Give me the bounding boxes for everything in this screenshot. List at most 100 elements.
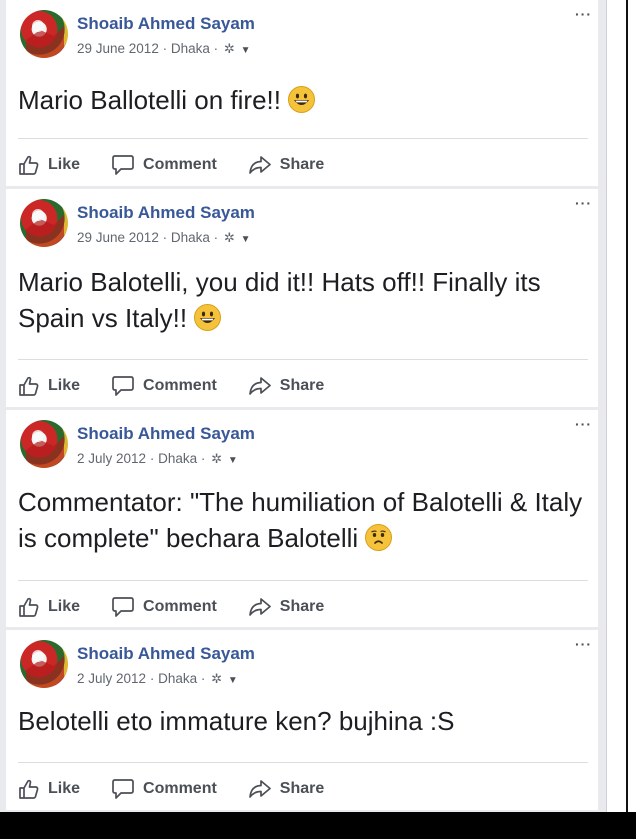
post-date[interactable]: 2 July 2012 — [77, 671, 146, 686]
like-button[interactable]: Like — [18, 375, 80, 397]
post: Shoaib Ahmed Sayam 2 July 2012 · Dhaka ·… — [6, 410, 598, 627]
share-label: Share — [279, 377, 325, 394]
post-location[interactable]: Dhaka — [158, 671, 197, 686]
comment-label: Comment — [143, 156, 217, 173]
comment-button[interactable]: Comment — [111, 778, 217, 800]
comment-label: Comment — [143, 377, 217, 394]
post-text-content: Mario Balotelli, you did it!! Hats off!!… — [18, 267, 541, 333]
caret-down-icon[interactable]: ▼ — [241, 45, 251, 56]
divider — [18, 138, 588, 139]
meta-separator: · — [149, 451, 155, 466]
meta-separator: · — [213, 41, 219, 56]
avatar[interactable] — [20, 10, 68, 58]
post: Shoaib Ahmed Sayam 29 June 2012 · Dhaka … — [6, 189, 598, 407]
like-button[interactable]: Like — [18, 154, 80, 176]
thumbs-up-icon — [19, 155, 39, 175]
caret-down-icon[interactable]: ▼ — [241, 234, 251, 245]
post-text: Commentator: "The humiliation of Balotel… — [18, 484, 588, 556]
thumbs-up-icon — [19, 779, 39, 799]
more-options-button[interactable]: ··· — [575, 416, 592, 432]
right-sidebar — [626, 0, 636, 812]
share-button[interactable]: Share — [248, 375, 324, 397]
post: Shoaib Ahmed Sayam 2 July 2012 · Dhaka ·… — [6, 630, 598, 810]
author-name[interactable]: Shoaib Ahmed Sayam — [77, 203, 255, 223]
news-feed: Shoaib Ahmed Sayam 29 June 2012 · Dhaka … — [0, 0, 607, 812]
avatar[interactable] — [20, 640, 68, 688]
comment-icon — [112, 376, 134, 396]
divider — [18, 762, 588, 763]
author-name[interactable]: Shoaib Ahmed Sayam — [77, 644, 255, 664]
comment-icon — [112, 155, 134, 175]
caret-down-icon[interactable]: ▼ — [228, 675, 238, 686]
post-actions: Like Comment Share — [18, 152, 355, 178]
post-actions: Like Comment Share — [18, 594, 355, 620]
sad-emoji-icon — [365, 524, 393, 551]
post-meta: 29 June 2012 · Dhaka · ✲ ▼ — [77, 230, 251, 246]
post-meta: 2 July 2012 · Dhaka · ✲ ▼ — [77, 451, 238, 467]
share-label: Share — [279, 156, 325, 173]
comment-icon — [112, 597, 134, 617]
avatar[interactable] — [20, 199, 68, 247]
meta-separator: · — [162, 41, 168, 56]
post-location[interactable]: Dhaka — [171, 230, 210, 245]
post-text-content: Mario Ballotelli on fire!! — [18, 85, 281, 115]
more-options-button[interactable]: ··· — [575, 636, 592, 652]
gear-icon[interactable]: ✲ — [224, 41, 235, 56]
thumbs-up-icon — [19, 376, 39, 396]
author-name[interactable]: Shoaib Ahmed Sayam — [77, 424, 255, 444]
meta-separator: · — [162, 230, 168, 245]
post-meta: 29 June 2012 · Dhaka · ✲ ▼ — [77, 41, 251, 57]
thumbs-up-icon — [19, 597, 39, 617]
share-icon — [248, 156, 271, 174]
meta-separator: · — [200, 451, 206, 466]
meta-separator: · — [149, 671, 155, 686]
post-date[interactable]: 29 June 2012 — [77, 230, 159, 245]
caret-down-icon[interactable]: ▼ — [228, 455, 238, 466]
post-text: Belotelli eto immature ken? bujhina :S — [18, 703, 588, 739]
post-location[interactable]: Dhaka — [158, 451, 197, 466]
post-text-content: Commentator: "The humiliation of Balotel… — [18, 487, 583, 553]
share-button[interactable]: Share — [248, 596, 324, 618]
post-date[interactable]: 2 July 2012 — [77, 451, 146, 466]
comment-button[interactable]: Comment — [111, 596, 217, 618]
share-button[interactable]: Share — [248, 154, 324, 176]
more-options-button[interactable]: ··· — [575, 6, 592, 22]
gear-icon[interactable]: ✲ — [211, 671, 222, 686]
like-label: Like — [48, 780, 81, 797]
share-label: Share — [279, 780, 325, 797]
post: Shoaib Ahmed Sayam 29 June 2012 · Dhaka … — [6, 0, 598, 186]
post-date[interactable]: 29 June 2012 — [77, 41, 159, 56]
gear-icon[interactable]: ✲ — [211, 451, 222, 466]
grin-emoji-icon — [288, 86, 316, 113]
like-button[interactable]: Like — [18, 596, 80, 618]
share-icon — [248, 598, 271, 616]
grin-emoji-icon — [194, 304, 222, 331]
like-button[interactable]: Like — [18, 778, 80, 800]
post-location[interactable]: Dhaka — [171, 41, 210, 56]
share-icon — [248, 377, 271, 395]
comment-icon — [112, 779, 134, 799]
share-button[interactable]: Share — [248, 778, 324, 800]
bottom-bar — [0, 812, 636, 839]
author-name[interactable]: Shoaib Ahmed Sayam — [77, 14, 255, 34]
like-label: Like — [48, 377, 81, 394]
post-actions: Like Comment Share — [18, 373, 355, 399]
more-options-button[interactable]: ··· — [575, 195, 592, 211]
gear-icon[interactable]: ✲ — [224, 230, 235, 245]
post-text-content: Belotelli eto immature ken? bujhina :S — [18, 706, 455, 736]
comment-label: Comment — [143, 780, 217, 797]
meta-separator: · — [213, 230, 219, 245]
divider — [18, 580, 588, 581]
comment-button[interactable]: Comment — [111, 154, 217, 176]
share-icon — [248, 780, 271, 798]
comment-label: Comment — [143, 598, 217, 615]
like-label: Like — [48, 598, 81, 615]
comment-button[interactable]: Comment — [111, 375, 217, 397]
share-label: Share — [279, 598, 325, 615]
divider — [18, 359, 588, 360]
avatar[interactable] — [20, 420, 68, 468]
like-label: Like — [48, 156, 81, 173]
post-text: Mario Ballotelli on fire!! — [18, 82, 588, 118]
post-text: Mario Balotelli, you did it!! Hats off!!… — [18, 264, 588, 336]
meta-separator: · — [200, 671, 206, 686]
